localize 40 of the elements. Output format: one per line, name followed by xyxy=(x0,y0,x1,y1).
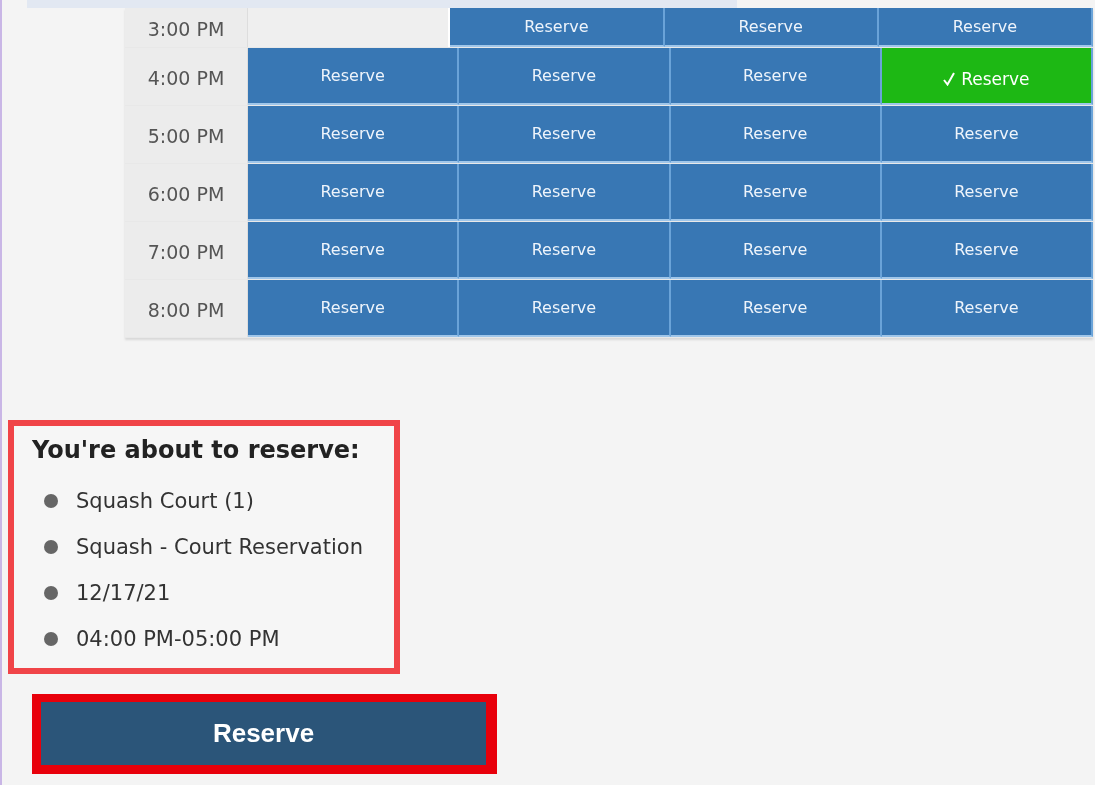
reserve-slot-button[interactable]: Reserve xyxy=(664,8,879,47)
bullet-icon xyxy=(44,540,58,554)
time-label: 4:00 PM xyxy=(125,48,248,105)
reserve-slot-button[interactable]: Reserve xyxy=(248,164,460,221)
reserve-slot-button[interactable]: Reserve xyxy=(450,8,665,47)
reserve-slot-button[interactable]: Reserve xyxy=(670,222,882,279)
reserve-button[interactable]: Reserve xyxy=(41,702,486,765)
reserve-slot-button[interactable]: Reserve xyxy=(881,164,1093,221)
reserve-slot-button[interactable]: Reserve xyxy=(881,106,1093,163)
bullet-icon xyxy=(44,494,58,508)
reserve-slot-button[interactable]: Reserve xyxy=(670,164,882,221)
reserve-slot-button[interactable]: Reserve xyxy=(248,106,460,163)
reserve-slot-button[interactable]: Reserve xyxy=(459,280,671,337)
summary-item: Squash Court (1) xyxy=(76,489,254,513)
bullet-icon xyxy=(44,586,58,600)
bullet-icon xyxy=(44,632,58,646)
reserve-slot-button[interactable]: Reserve xyxy=(248,280,460,337)
time-label: 7:00 PM xyxy=(125,222,248,279)
reserve-slot-button[interactable]: Reserve xyxy=(459,222,671,279)
time-label: 8:00 PM xyxy=(125,280,248,337)
reserve-slot-button[interactable]: Reserve xyxy=(670,280,882,337)
time-label: 5:00 PM xyxy=(125,106,248,163)
reserve-slot-button[interactable]: Reserve xyxy=(459,48,671,105)
reserve-slot-button[interactable]: Reserve xyxy=(248,222,460,279)
reserve-slot-button[interactable]: Reserve xyxy=(670,48,882,105)
reserve-slot-button[interactable]: Reserve xyxy=(881,48,1093,105)
reserve-slot-button[interactable]: Reserve xyxy=(878,8,1093,47)
reserve-slot-button[interactable]: Reserve xyxy=(459,106,671,163)
summary-item: 04:00 PM-05:00 PM xyxy=(76,627,280,651)
reserve-slot-button[interactable]: Reserve xyxy=(881,222,1093,279)
reserve-slot-button[interactable]: Reserve xyxy=(248,48,460,105)
time-label: 3:00 PM xyxy=(125,8,248,47)
time-label: 6:00 PM xyxy=(125,164,248,221)
summary-item: Squash - Court Reservation xyxy=(76,535,363,559)
summary-item: 12/17/21 xyxy=(76,581,171,605)
summary-heading: You're about to reserve: xyxy=(32,436,361,464)
check-icon xyxy=(943,72,956,86)
reserve-slot-button[interactable]: Reserve xyxy=(459,164,671,221)
reserve-slot-button[interactable]: Reserve xyxy=(670,106,882,163)
reserve-slot-button[interactable]: Reserve xyxy=(881,280,1093,337)
